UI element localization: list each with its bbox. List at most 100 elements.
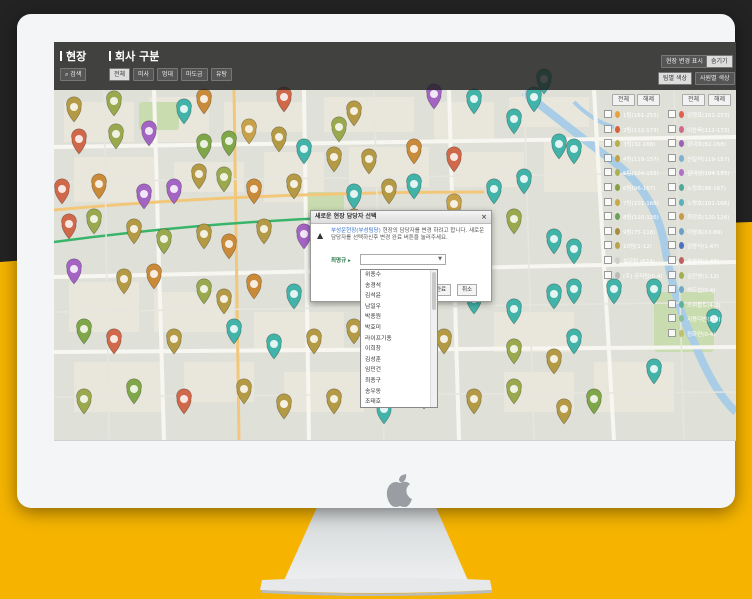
dropdown-option[interactable]: 최종구 [361, 376, 437, 387]
checkbox[interactable] [668, 226, 676, 235]
legend-clear-button[interactable]: 해제 [637, 94, 661, 106]
scrollbar-thumb[interactable] [432, 272, 436, 310]
checkbox[interactable] [604, 241, 612, 250]
legend-employee-item[interactable]: 정화연(0-4) [668, 329, 715, 338]
legend-team-item[interactable]: (주) 공직팀(0-4) [604, 270, 663, 280]
legend-team-item[interactable]: 10팀(1-12) [604, 241, 652, 250]
checkbox[interactable] [668, 197, 676, 206]
dropdown-option[interactable]: 김성훈 [361, 355, 437, 366]
legend-team-item[interactable]: 9팀(75-118) [604, 226, 655, 236]
legend-employee-item[interactable]: 송영석(1-47) [668, 256, 719, 265]
checkbox[interactable] [604, 168, 612, 177]
legend-label: 최정호(120-126) [687, 215, 730, 222]
manager-dropdown-list[interactable]: 위종수 송경석 김석윤 남일우 박종원 박효미 라이프기종 이희창 김성훈 임민건 최종구 송우동 조태… [360, 269, 438, 408]
dropdown-option[interactable]: 김석윤 [361, 291, 437, 302]
legend-employee-item[interactable]: 이영복(63-89) [668, 226, 722, 236]
map-pin-icon [679, 213, 684, 221]
checkbox[interactable] [668, 270, 676, 279]
dropdown-option[interactable]: 이희창 [361, 344, 437, 355]
legend-employee-item[interactable]: 스위블트(4-2) [668, 299, 721, 309]
checkbox[interactable] [668, 168, 676, 177]
checkbox[interactable] [668, 110, 676, 118]
checkbox[interactable] [668, 183, 676, 191]
map-pin-icon [679, 140, 684, 148]
dropdown-option[interactable]: 박종원 [361, 312, 437, 323]
checkbox[interactable] [668, 241, 676, 250]
legend-employee-item[interactable]: 김대성(104-155) [668, 168, 729, 177]
search-button[interactable]: ⌕ 검색 [60, 68, 87, 81]
warning-icon: ▲ [317, 231, 324, 240]
checkbox[interactable] [604, 153, 612, 162]
checkbox[interactable] [668, 285, 676, 294]
legend-team-item[interactable]: 3팀(32-168) [604, 139, 655, 148]
filter-madogeum-button[interactable]: 마도금 [181, 68, 208, 81]
dropdown-option[interactable]: 위종수 [361, 270, 437, 281]
checkbox[interactable] [668, 153, 676, 162]
dropdown-option[interactable]: 송경석 [361, 281, 437, 292]
checkbox[interactable] [604, 270, 612, 279]
checkbox[interactable] [604, 124, 612, 133]
map-pin-icon [679, 227, 684, 235]
site-change-display-button[interactable]: 현장 변경 표시 [661, 55, 708, 68]
legend-team-item[interactable]: 4팀(119-157) [604, 153, 659, 163]
dialog-message: 부성운현장(부성팀당) 현장의 담당자를 변경 하려고 합니다. 새로운 담당자… [331, 228, 485, 241]
legend-team-item[interactable]: 8팀(120-126) [604, 212, 659, 221]
legend-all-button[interactable]: 전체 [612, 94, 636, 106]
dropdown-option[interactable]: 남일우 [361, 302, 437, 313]
legend-employee-item[interactable]: 김진영(1-12) [668, 270, 719, 280]
dropdown-option[interactable]: 조태호 [361, 397, 437, 407]
hide-button[interactable]: 숨기기 [706, 55, 733, 68]
checkbox[interactable] [668, 314, 676, 323]
legend-employee-item[interactable]: 강대호(82-168) [668, 139, 726, 148]
legend-employee-item[interactable]: 지용다반(2-4) [668, 314, 721, 323]
legend-employee-item[interactable]: 허도섭(0-4) [668, 285, 715, 294]
checkbox[interactable] [604, 110, 612, 118]
legend-employee-item[interactable]: 김행표(161-253) [668, 110, 729, 119]
site-title: 현장 [60, 48, 86, 64]
legend-team-item[interactable]: 5팀(104-155) [604, 168, 659, 177]
checkbox[interactable] [604, 256, 612, 264]
legend-employee-item[interactable]: 최정호(120-126) [668, 212, 729, 221]
dropdown-option[interactable]: 박효미 [361, 323, 437, 334]
dropdown-option[interactable]: 임민건 [361, 365, 437, 376]
team-color-button[interactable]: 팀별 색상 [658, 72, 692, 85]
checkbox[interactable] [668, 299, 676, 308]
legend-employee-item[interactable]: 이승욱(112-173) [668, 124, 729, 134]
legend-team-item[interactable]: 1팀(161-253) [604, 110, 659, 119]
filter-all-button[interactable]: 전체 [109, 68, 131, 81]
checkbox[interactable] [604, 226, 612, 235]
map-pin-icon [615, 154, 620, 162]
legend-team-item[interactable]: 7팀(101-166) [604, 197, 659, 207]
legend-employee-item[interactable]: 김종식(1-47) [668, 241, 719, 250]
legend-team-item[interactable]: 2팀(112-173) [604, 124, 659, 134]
legend-label: 4팀(119-157) [623, 156, 659, 163]
legend-employee-item[interactable]: 노명호(101-166) [668, 197, 729, 207]
dropdown-option[interactable]: 송우동 [361, 387, 437, 398]
checkbox[interactable] [604, 197, 612, 206]
employee-color-button[interactable]: 사원별 색상 [695, 72, 735, 85]
checkbox[interactable] [604, 183, 612, 191]
legend-all-button-2[interactable]: 전체 [682, 94, 706, 106]
cancel-button[interactable]: 취소 [457, 284, 478, 296]
filter-mungdae-button[interactable]: 멍대 [157, 68, 179, 81]
legend-label: 김대성(104-155) [687, 171, 730, 178]
checkbox[interactable] [668, 212, 676, 221]
dropdown-option[interactable]: 라이프기종 [361, 334, 437, 345]
legend-employee-item[interactable]: 노정호(96-167) [668, 183, 726, 192]
legend-team-item[interactable]: 6팀(96-167) [604, 183, 655, 192]
checkbox[interactable] [604, 139, 612, 148]
checkbox[interactable] [604, 212, 612, 221]
filter-yutang-button[interactable]: 유탕 [211, 68, 233, 81]
app-screen: 현장 회사 구분 ⌕ 검색 전체 미사 멍대 마도금 유탕 현장 변경 표시 숨… [54, 42, 736, 440]
checkbox[interactable] [668, 139, 676, 148]
dropdown-scrollbar[interactable] [430, 270, 437, 407]
filter-misa-button[interactable]: 미사 [133, 68, 155, 81]
checkbox[interactable] [668, 256, 676, 264]
manager-select[interactable]: ▼ [360, 254, 446, 265]
legend-clear-button-2[interactable]: 해제 [708, 94, 732, 106]
legend-employee-item[interactable]: 신일석(119-157) [668, 153, 729, 163]
legend-team-item[interactable]: 설무팀 (624) [604, 256, 655, 265]
checkbox[interactable] [668, 124, 676, 133]
close-icon[interactable]: × [481, 211, 487, 223]
checkbox[interactable] [668, 329, 676, 337]
